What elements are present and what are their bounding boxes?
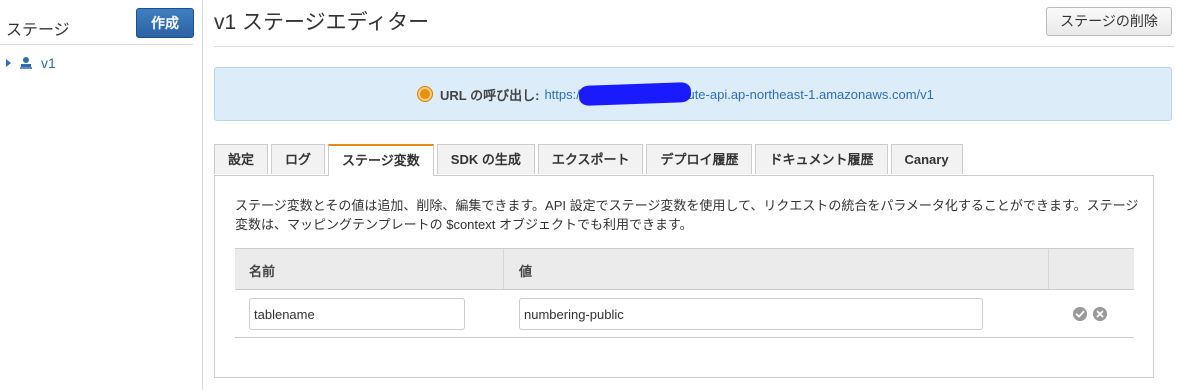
sidebar-header: ステージ 作成	[0, 0, 194, 45]
tab-export[interactable]: エクスポート	[537, 144, 644, 174]
tab-documentation-history[interactable]: ドキュメント履歴	[755, 144, 888, 174]
sidebar-item-v1[interactable]: v1	[6, 54, 56, 72]
sidebar-item-label: v1	[41, 55, 56, 71]
column-header-name: 名前	[249, 264, 276, 279]
radio-icon	[418, 87, 432, 101]
redaction-mark	[579, 82, 692, 106]
caret-right-icon[interactable]	[6, 59, 11, 67]
tab-sdk-generation[interactable]: SDK の生成	[436, 144, 535, 174]
stage-variables-table: 名前 値	[235, 248, 1134, 338]
stage-variables-panel: ステージ変数とその値は追加、削除、編集できます。API 設定でステージ変数を使用…	[214, 175, 1154, 378]
x-circle-icon[interactable]	[1093, 307, 1107, 321]
divider	[214, 46, 1174, 47]
tab-deployment-history[interactable]: デプロイ履歴	[646, 144, 753, 174]
tab-stage-variables[interactable]: ステージ変数	[328, 144, 434, 176]
column-header-value: 値	[519, 264, 533, 279]
tab-logs[interactable]: ログ	[271, 144, 326, 174]
variable-value-input[interactable]	[519, 298, 983, 330]
tab-settings[interactable]: 設定	[214, 144, 269, 174]
invoke-url-box: URL の呼び出し: https:// ute-api.ap-northeast…	[214, 67, 1172, 121]
invoke-url-prefix: https://	[544, 86, 584, 102]
stage-icon	[20, 57, 32, 69]
column-divider	[1048, 249, 1049, 289]
sidebar-title: ステージ	[6, 22, 70, 39]
check-circle-icon[interactable]	[1073, 307, 1087, 321]
column-divider	[503, 249, 504, 289]
invoke-url-line: URL の呼び出し: https:// ute-api.ap-northeast…	[418, 82, 934, 106]
table-row	[235, 290, 1134, 338]
invoke-url-label: URL の呼び出し:	[440, 87, 540, 103]
tab-canary[interactable]: Canary	[890, 144, 963, 174]
panel-description: ステージ変数とその値は追加、削除、編集できます。API 設定でステージ変数を使用…	[235, 198, 1139, 232]
invoke-url-suffix: ute-api.ap-northeast-1.amazonaws.com/v1	[687, 86, 934, 102]
invoke-url-link[interactable]: https:// ute-api.ap-northeast-1.amazonaw…	[544, 82, 934, 106]
variable-name-input[interactable]	[249, 298, 465, 330]
page-title: v1 ステージエディター	[214, 11, 430, 34]
create-button[interactable]: 作成	[136, 8, 194, 38]
table-header: 名前 値	[235, 248, 1134, 290]
sidebar: ステージ 作成 v1	[0, 0, 203, 390]
tab-bar: 設定 ログ ステージ変数 SDK の生成 エクスポート デプロイ履歴 ドキュメン…	[214, 144, 966, 176]
delete-stage-button[interactable]: ステージの削除	[1046, 7, 1172, 36]
